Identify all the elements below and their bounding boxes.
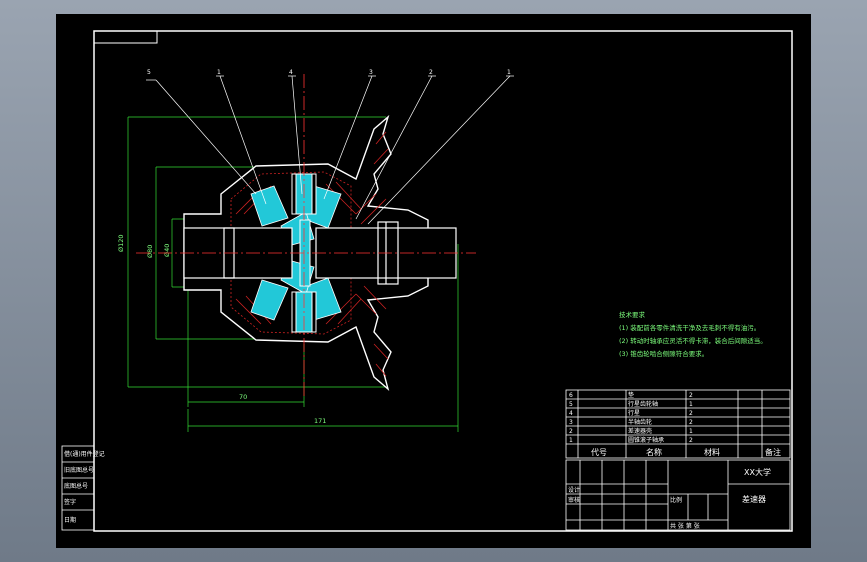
header-code: 代号 [591, 447, 607, 457]
school-name: XX大学 [744, 467, 771, 477]
stamp-line: 签字 [64, 498, 76, 506]
leader-number: 4 [289, 69, 293, 76]
dim-bore: Ø40 [163, 244, 171, 257]
stamp-line: 底图总号 [64, 482, 88, 490]
part-qty: 2 [689, 410, 693, 417]
side-stamp-text: 借(通)用件登记 旧底图总号 底图总号 签字 日期 [64, 450, 105, 524]
stamp-line: 借(通)用件登记 [64, 450, 105, 458]
part-name: 垫 [628, 391, 634, 399]
label-scale: 比例 [670, 496, 682, 504]
note-line: (1) 装配前各零件清洗干净及去毛刺不得有油污。 [619, 323, 760, 332]
part-name: 行星齿轮轴 [628, 400, 658, 408]
part-qty: 2 [689, 419, 693, 426]
part-no: 6 [569, 392, 573, 399]
dim-overall-height: Ø120 [117, 234, 125, 252]
note-line: (3) 锥齿轮啮合侧隙符合要求。 [619, 349, 708, 358]
leader-number: 5 [147, 69, 151, 76]
header-material: 材料 [704, 447, 720, 457]
header-name: 名称 [646, 447, 662, 457]
part-qty: 1 [689, 401, 693, 408]
parts-list-rows: 6 垫 2 5 行星齿轮轴 1 4 行星 2 3 半轴齿轮 2 2 差速器壳 1… [569, 391, 781, 457]
header-remark: 备注 [765, 447, 781, 457]
part-no: 5 [569, 401, 573, 408]
part-no: 1 [569, 437, 573, 444]
label-sheet: 共 张 第 张 [670, 522, 700, 530]
technical-notes: 技术要求 (1) 装配前各零件清洗干净及去毛刺不得有油污。 (2) 转动时轴承应… [619, 310, 767, 358]
notes-title: 技术要求 [619, 310, 646, 319]
leader-numbers: 5 1 4 3 2 1 [147, 69, 511, 76]
top-left-tab [93, 30, 158, 44]
drawing-sheet[interactable]: Ø120 Ø80 Ø40 70 171 5 1 4 3 2 1 技术要求 (1)… [56, 14, 811, 548]
part-name: 行星 [628, 409, 640, 417]
leader-number: 1 [507, 69, 511, 76]
part-qty: 2 [689, 437, 693, 444]
part-no: 2 [569, 428, 573, 435]
dim-inner-height: Ø80 [146, 245, 154, 258]
drawing-name: 差速器 [742, 494, 766, 504]
label-check: 审核 [568, 496, 580, 504]
part-name: 半轴齿轮 [628, 418, 652, 426]
title-block-text: XX大学 差速器 设计 审核 比例 共 张 第 张 [568, 467, 771, 530]
note-line: (2) 转动时轴承应灵活不得卡滞，装合后间隙适当。 [619, 336, 767, 345]
part-name: 圆锥滚子轴承 [628, 436, 664, 444]
leader-number: 3 [369, 69, 373, 76]
differential-assembly-drawing: Ø120 Ø80 Ø40 70 171 5 1 4 3 2 1 技术要求 (1)… [61, 30, 793, 532]
stamp-line: 日期 [64, 516, 76, 524]
label-design: 设计 [568, 486, 580, 494]
part-qty: 2 [689, 392, 693, 399]
part-name: 差速器壳 [628, 427, 652, 435]
stamp-line: 旧底图总号 [64, 466, 94, 474]
part-no: 4 [569, 410, 573, 417]
leader-number: 1 [217, 69, 221, 76]
part-qty: 1 [689, 428, 693, 435]
dim-total-width: 171 [314, 417, 326, 425]
leader-number: 2 [429, 69, 433, 76]
cad-viewport[interactable]: Ø120 Ø80 Ø40 70 171 5 1 4 3 2 1 技术要求 (1)… [0, 0, 867, 562]
dim-half-width: 70 [239, 393, 247, 401]
part-no: 3 [569, 419, 573, 426]
